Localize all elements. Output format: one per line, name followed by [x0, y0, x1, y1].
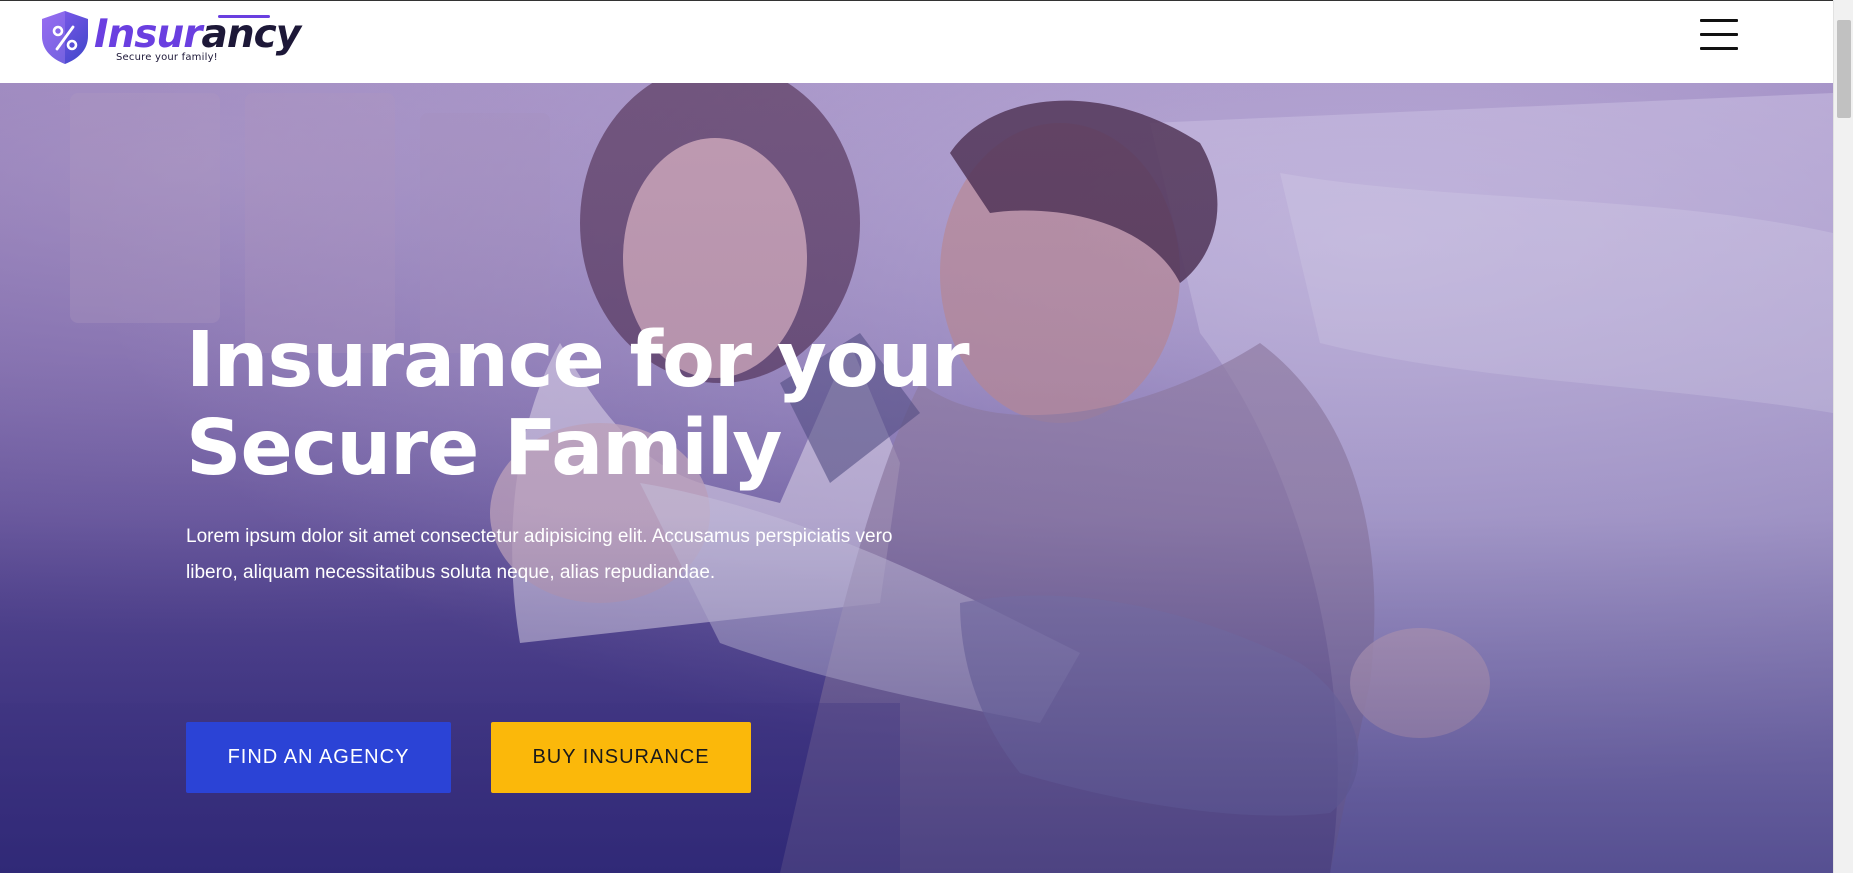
- page: Insurancy Secure your family! Insurance …: [0, 0, 1833, 873]
- hero-description: Lorem ipsum dolor sit amet consectetur a…: [186, 526, 893, 583]
- site-header: Insurancy Secure your family!: [0, 0, 1833, 83]
- hero-title-line1: Insurance for your: [186, 316, 970, 405]
- logo-accent-line: [218, 15, 270, 18]
- site-logo[interactable]: Insurancy Secure your family!: [38, 9, 301, 67]
- scrollbar-thumb[interactable]: [1837, 20, 1851, 118]
- find-agency-button[interactable]: FIND AN AGENCY: [186, 722, 451, 793]
- hamburger-bar: [1700, 19, 1738, 22]
- hero-title: Insurance for your Secure Family: [186, 317, 986, 493]
- hamburger-bar: [1700, 47, 1738, 50]
- logo-wordmark: Insurancy: [94, 12, 302, 57]
- hero-title-line2: Secure Family: [186, 404, 782, 493]
- hamburger-bar: [1700, 33, 1738, 36]
- logo-tagline: Secure your family!: [116, 52, 218, 63]
- hero-content: Insurance for your Secure Family Lorem i…: [186, 317, 986, 591]
- logo-word-part1: Insur: [94, 12, 202, 57]
- shield-percent-icon: [42, 11, 88, 64]
- hamburger-menu-icon[interactable]: [1700, 18, 1738, 50]
- logo-word-part2: ancy: [201, 12, 302, 57]
- page-scrollbar[interactable]: [1833, 0, 1853, 873]
- buy-insurance-button[interactable]: BUY INSURANCE: [491, 722, 751, 793]
